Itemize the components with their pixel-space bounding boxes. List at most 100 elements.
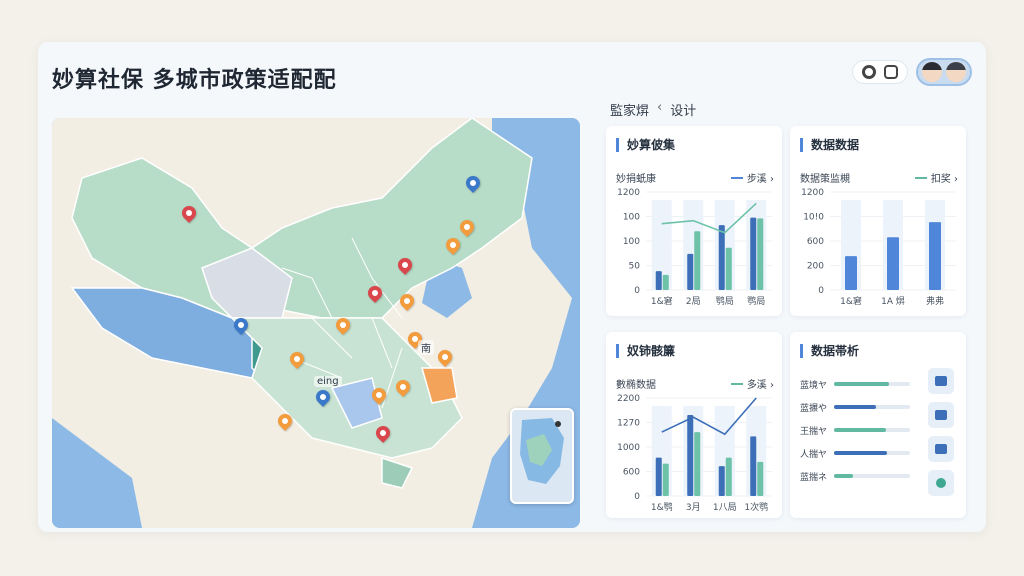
card-title: 妙算佊集 — [616, 138, 675, 152]
avatar[interactable] — [946, 62, 966, 82]
user-icon[interactable] — [928, 470, 954, 496]
breadcrumb: 監家焺 ‹ 设计 — [610, 100, 696, 119]
bar — [655, 457, 662, 496]
card-legend[interactable]: 多溪 › — [730, 376, 774, 391]
x-tick-label: 1八局 — [713, 502, 737, 513]
stat-label: 蓝境ヤ — [800, 381, 828, 391]
card-4[interactable]: 数据帯析 蓝境ヤ蓝搌や王揣ヤ人揣ヤ蓝揣ネ — [790, 332, 966, 518]
avatar[interactable] — [922, 62, 942, 82]
bar — [662, 463, 669, 496]
bar — [929, 222, 941, 290]
y-tick-label: 0 — [634, 286, 640, 296]
x-tick-label: 1A 焺 — [881, 296, 905, 307]
y-tick-label: 50 — [629, 262, 641, 272]
y-tick-label: 200 — [807, 262, 824, 272]
card-title: 数据数据 — [800, 138, 859, 152]
page-title: 妙算社保 多城市政策适配配 — [52, 68, 337, 93]
y-tick-label: 100 — [623, 237, 640, 247]
bar — [887, 237, 899, 290]
bar — [687, 253, 694, 290]
card-2[interactable]: 数据数据 数据策监槻 扣奖 › 1200 10!0 600 200 0 1&窘 1A 焺 弗弗 — [790, 126, 966, 316]
x-tick-label: 弗弗 — [926, 295, 944, 307]
y-tick-label: 600 — [623, 468, 640, 478]
user-icon-glyph — [936, 478, 946, 488]
bar — [750, 217, 757, 290]
stat-fill — [834, 451, 888, 455]
stat-label: 蓝搌や — [800, 404, 828, 414]
stat-fill — [834, 382, 889, 386]
bar — [694, 432, 701, 496]
y-tick-label: 2200 — [617, 394, 640, 404]
map-label: eing — [314, 376, 342, 387]
lock-icon[interactable] — [928, 436, 954, 462]
minimap[interactable] — [510, 408, 574, 504]
china-map[interactable]: eing 南 — [52, 118, 580, 528]
stat-fill — [834, 428, 886, 432]
chart-3: 2200 1270 1000 600 0 1&鹗 3月 1八局 1次鹗 — [617, 394, 772, 513]
grid-icon-glyph — [935, 410, 947, 420]
stat-fill — [834, 405, 876, 409]
refresh-icon[interactable] — [862, 65, 876, 79]
bar — [845, 256, 857, 290]
stat-track — [834, 474, 910, 478]
lock-icon-glyph — [935, 444, 947, 454]
card-title: 数据帯析 — [800, 344, 859, 358]
series-line — [661, 397, 757, 436]
legend-label: 多溪 › — [746, 380, 774, 391]
dashboard-panel: 監家焺 ‹ 设计 妙算佊集 妙捐蚔康 步溪 › 1200 100 100 50 0 1&窘… — [606, 98, 974, 528]
bar — [750, 436, 757, 496]
user-avatars[interactable] — [916, 58, 972, 86]
y-tick-label: 10!0 — [803, 213, 824, 223]
legend-label: 扣奖 › — [930, 174, 958, 185]
x-tick-label: 1&窘 — [840, 295, 862, 307]
y-tick-label: 100 — [623, 213, 640, 223]
breadcrumb-home[interactable]: 監家焺 — [610, 100, 649, 119]
x-tick-label: 鹗局 — [747, 295, 765, 307]
stat-label: 人揣ヤ — [800, 450, 828, 460]
breadcrumb-current[interactable]: 设计 — [670, 100, 696, 119]
y-tick-label: 1200 — [801, 188, 824, 198]
y-tick-label: 1200 — [617, 188, 640, 198]
minimap-svg — [512, 410, 572, 502]
legend-swatch — [730, 382, 743, 385]
stat-track — [834, 451, 910, 455]
series-line — [661, 202, 757, 234]
x-tick-label: 1&鹗 — [651, 501, 673, 513]
folder-icon-glyph — [935, 376, 947, 386]
card-1[interactable]: 妙算佊集 妙捐蚔康 步溪 › 1200 100 100 50 0 1&窘 2局 鹗局 鹗局 — [606, 126, 782, 316]
stat-track — [834, 428, 910, 432]
folder-icon[interactable] — [928, 368, 954, 394]
stat-label: 蓝揣ネ — [800, 473, 828, 483]
breadcrumb-sep: ‹ — [657, 100, 663, 115]
x-tick-label: 2局 — [686, 296, 701, 307]
y-tick-label: 600 — [807, 237, 824, 247]
x-tick-label: 1&窘 — [651, 295, 673, 307]
map-svg — [52, 118, 580, 528]
y-tick-label: 1000 — [617, 443, 640, 453]
app-window: 妙算社保 多城市政策适配配 eing 南 監家焺 ‹ 设计 妙算佊集 妙捐蚔康 … — [38, 42, 986, 532]
stat-track — [834, 405, 910, 409]
legend-label: 步溪 › — [746, 174, 774, 185]
x-tick-label: 3月 — [686, 502, 701, 513]
grid-icon[interactable] — [928, 402, 954, 428]
bar — [718, 466, 725, 496]
stat-label: 王揣ヤ — [800, 427, 828, 437]
legend-swatch — [730, 176, 743, 179]
bar — [757, 461, 764, 496]
map-label: 南 — [418, 340, 434, 355]
legend-swatch — [914, 176, 927, 179]
bar — [662, 274, 669, 290]
window-icon[interactable] — [884, 65, 898, 79]
card-subtitle: 數椭数据 — [616, 380, 656, 391]
bar — [725, 247, 732, 290]
y-tick-label: 1270 — [617, 419, 640, 429]
x-tick-label: 1次鹗 — [744, 501, 768, 513]
card-legend[interactable]: 步溪 › — [730, 170, 774, 185]
x-tick-label: 鹗局 — [716, 295, 734, 307]
card-3[interactable]: 奴铈骸簾 數椭数据 多溪 › 2200 1270 1000 600 0 1&鹗 3月 1八局 1… — [606, 332, 782, 518]
card-legend[interactable]: 扣奖 › — [914, 170, 958, 185]
card-subtitle: 数据策监槻 — [800, 174, 850, 185]
header-controls[interactable] — [852, 60, 908, 84]
stat-track — [834, 382, 910, 386]
y-tick-label: 0 — [634, 492, 640, 502]
